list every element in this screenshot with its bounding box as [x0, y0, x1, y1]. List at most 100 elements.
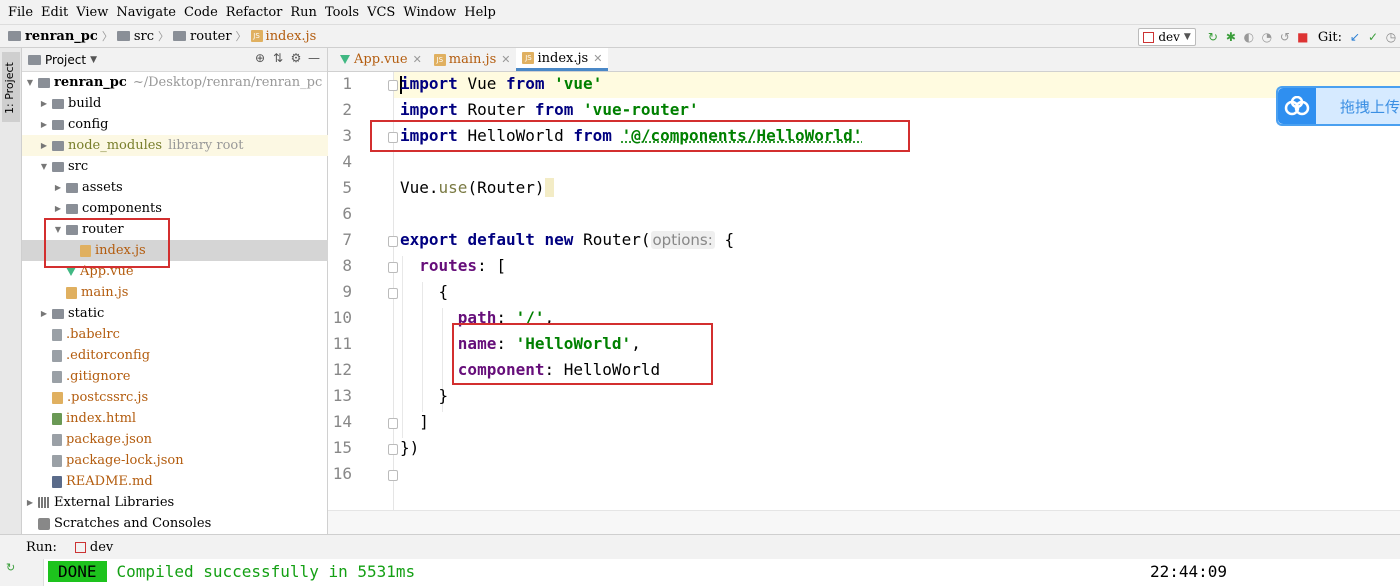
tree-item-index-html[interactable]: index.html [22, 408, 328, 429]
project-panel: Project ▼ ⊕ ⇅ ⚙ — ▼ renran_pc ~/Desktop/… [22, 48, 328, 534]
breadcrumb-project[interactable]: renran_pc [25, 29, 98, 44]
menu-refactor[interactable]: Refactor [222, 5, 287, 20]
coverage-icon[interactable]: ◐ [1240, 30, 1258, 44]
menu-code[interactable]: Code [180, 5, 222, 20]
vcs-history-icon[interactable]: ◷ [1382, 30, 1400, 44]
tree-item-label: components [82, 201, 162, 216]
folder-icon [52, 161, 64, 172]
menu-edit[interactable]: Edit [37, 5, 72, 20]
tree-item-package-lock-json[interactable]: package-lock.json [22, 450, 328, 471]
tab-index-js[interactable]: JS index.js ✕ [516, 48, 609, 71]
fold-marker-icon[interactable] [388, 288, 398, 299]
tree-item-assets[interactable]: ▶ assets [22, 177, 328, 198]
hide-icon[interactable]: — [305, 51, 323, 65]
breadcrumb-file[interactable]: index.js [266, 29, 317, 44]
collapse-arrow-icon[interactable]: ▶ [24, 498, 36, 507]
fold-marker-icon[interactable] [388, 444, 398, 455]
collapse-arrow-icon[interactable]: ▶ [52, 183, 64, 192]
expand-arrow-icon[interactable]: ▼ [24, 78, 36, 87]
collapse-arrow-icon[interactable]: ▶ [38, 99, 50, 108]
tree-item-build[interactable]: ▶ build [22, 93, 328, 114]
code-line-5: Vue.use(Router) [400, 178, 555, 197]
tab-main-js[interactable]: JS main.js ✕ [428, 48, 517, 71]
folder-icon [52, 119, 64, 130]
tree-item-config[interactable]: ▶ config [22, 114, 328, 135]
tree-item-main-js[interactable]: main.js [22, 282, 328, 303]
close-icon[interactable]: ✕ [413, 53, 422, 66]
tree-item-postcssrc[interactable]: .postcssrc.js [22, 387, 328, 408]
project-tool-tab[interactable]: 1: Project [2, 52, 20, 122]
code-area[interactable]: 1 2 3 4 5 6 7 8 9 10 11 12 13 14 15 16 i… [328, 72, 1400, 534]
file-icon [52, 370, 62, 383]
vcs-update-icon[interactable]: ↙ [1346, 30, 1364, 44]
tree-item-renran-pc[interactable]: ▼ renran_pc ~/Desktop/renran/renran_pc [22, 72, 328, 93]
menu-view[interactable]: View [72, 5, 112, 20]
menu-window[interactable]: Window [399, 5, 460, 20]
gear-icon[interactable]: ⚙ [287, 51, 305, 65]
tree-item-components[interactable]: ▶ components [22, 198, 328, 219]
profile-icon[interactable]: ◔ [1258, 30, 1276, 44]
tree-item-static[interactable]: ▶ static [22, 303, 328, 324]
collapse-all-icon[interactable]: ⇅ [269, 51, 287, 65]
tree-item-gitignore[interactable]: .gitignore [22, 366, 328, 387]
tab-app-vue[interactable]: App.vue ✕ [334, 48, 428, 71]
tree-item-scratches[interactable]: Scratches and Consoles [22, 513, 328, 534]
line-number: 5 [342, 178, 352, 197]
fold-marker-icon[interactable] [388, 262, 398, 273]
library-icon [38, 497, 50, 508]
tree-item-editorconfig[interactable]: .editorconfig [22, 345, 328, 366]
tree-item-babelrc[interactable]: .babelrc [22, 324, 328, 345]
tree-item-readme[interactable]: README.md [22, 471, 328, 492]
json-file-icon [52, 454, 62, 467]
tree-item-label: .gitignore [66, 369, 131, 384]
breadcrumb-src[interactable]: src [134, 29, 154, 44]
rerun-icon[interactable]: ↻ [1204, 30, 1222, 44]
vcs-commit-icon[interactable]: ✓ [1364, 30, 1382, 44]
tree-item-src[interactable]: ▼ src [22, 156, 328, 177]
tree-item-label: package-lock.json [66, 453, 184, 468]
menu-run[interactable]: Run [286, 5, 321, 20]
highlight-box-import [370, 120, 910, 152]
stop-icon[interactable]: ■ [1294, 30, 1312, 44]
tree-item-package-json[interactable]: package.json [22, 429, 328, 450]
collapse-arrow-icon[interactable]: ▶ [38, 309, 50, 318]
drag-upload-widget[interactable]: 拖拽上传 [1276, 86, 1400, 126]
editor-pane: App.vue ✕ JS main.js ✕ JS index.js ✕ 1 2… [328, 48, 1400, 534]
markdown-file-icon [52, 475, 62, 488]
menu-help[interactable]: Help [460, 5, 500, 20]
project-view-icon [28, 54, 41, 65]
project-panel-title[interactable]: Project [45, 53, 86, 67]
rerun-icon[interactable]: ↻ [6, 561, 15, 574]
menu-navigate[interactable]: Navigate [112, 5, 180, 20]
debug-icon[interactable]: ✱ [1222, 30, 1240, 44]
menu-bar: File Edit View Navigate Code Refactor Ru… [0, 0, 1400, 24]
close-icon[interactable]: ✕ [501, 53, 510, 66]
line-number: 6 [342, 204, 352, 223]
fold-marker-icon[interactable] [388, 80, 398, 91]
menu-vcs[interactable]: VCS [363, 5, 399, 20]
locate-icon[interactable]: ⊕ [251, 51, 269, 65]
tree-item-node-modules[interactable]: ▶ node_modules library root [22, 135, 328, 156]
tree-item-external-libraries[interactable]: ▶ External Libraries [22, 492, 328, 513]
menu-tools[interactable]: Tools [321, 5, 363, 20]
close-icon[interactable]: ✕ [593, 52, 602, 65]
collapse-arrow-icon[interactable]: ▶ [38, 141, 50, 150]
line-number: 7 [342, 230, 352, 249]
tree-item-label: main.js [81, 285, 129, 300]
collapse-arrow-icon[interactable]: ▶ [52, 204, 64, 213]
expand-arrow-icon[interactable]: ▼ [38, 162, 50, 171]
chevron-down-icon[interactable]: ▼ [90, 55, 97, 65]
drag-upload-label: 拖拽上传 [1339, 97, 1400, 116]
fold-marker-icon[interactable] [388, 236, 398, 247]
build-icon[interactable]: ↺ [1276, 30, 1294, 44]
breadcrumb: renran_pc 〉 src 〉 router 〉 JS index.js [8, 28, 316, 44]
fold-marker-icon[interactable] [388, 470, 398, 481]
line-number: 3 [342, 126, 352, 145]
run-config-dropdown[interactable]: dev ▼ [1138, 28, 1196, 46]
menu-file[interactable]: File [4, 5, 37, 20]
breadcrumb-router[interactable]: router [190, 29, 232, 44]
fold-marker-icon[interactable] [388, 418, 398, 429]
run-config-tab[interactable]: dev [90, 540, 113, 555]
collapse-arrow-icon[interactable]: ▶ [38, 120, 50, 129]
editor-bottom-area [328, 510, 1400, 534]
